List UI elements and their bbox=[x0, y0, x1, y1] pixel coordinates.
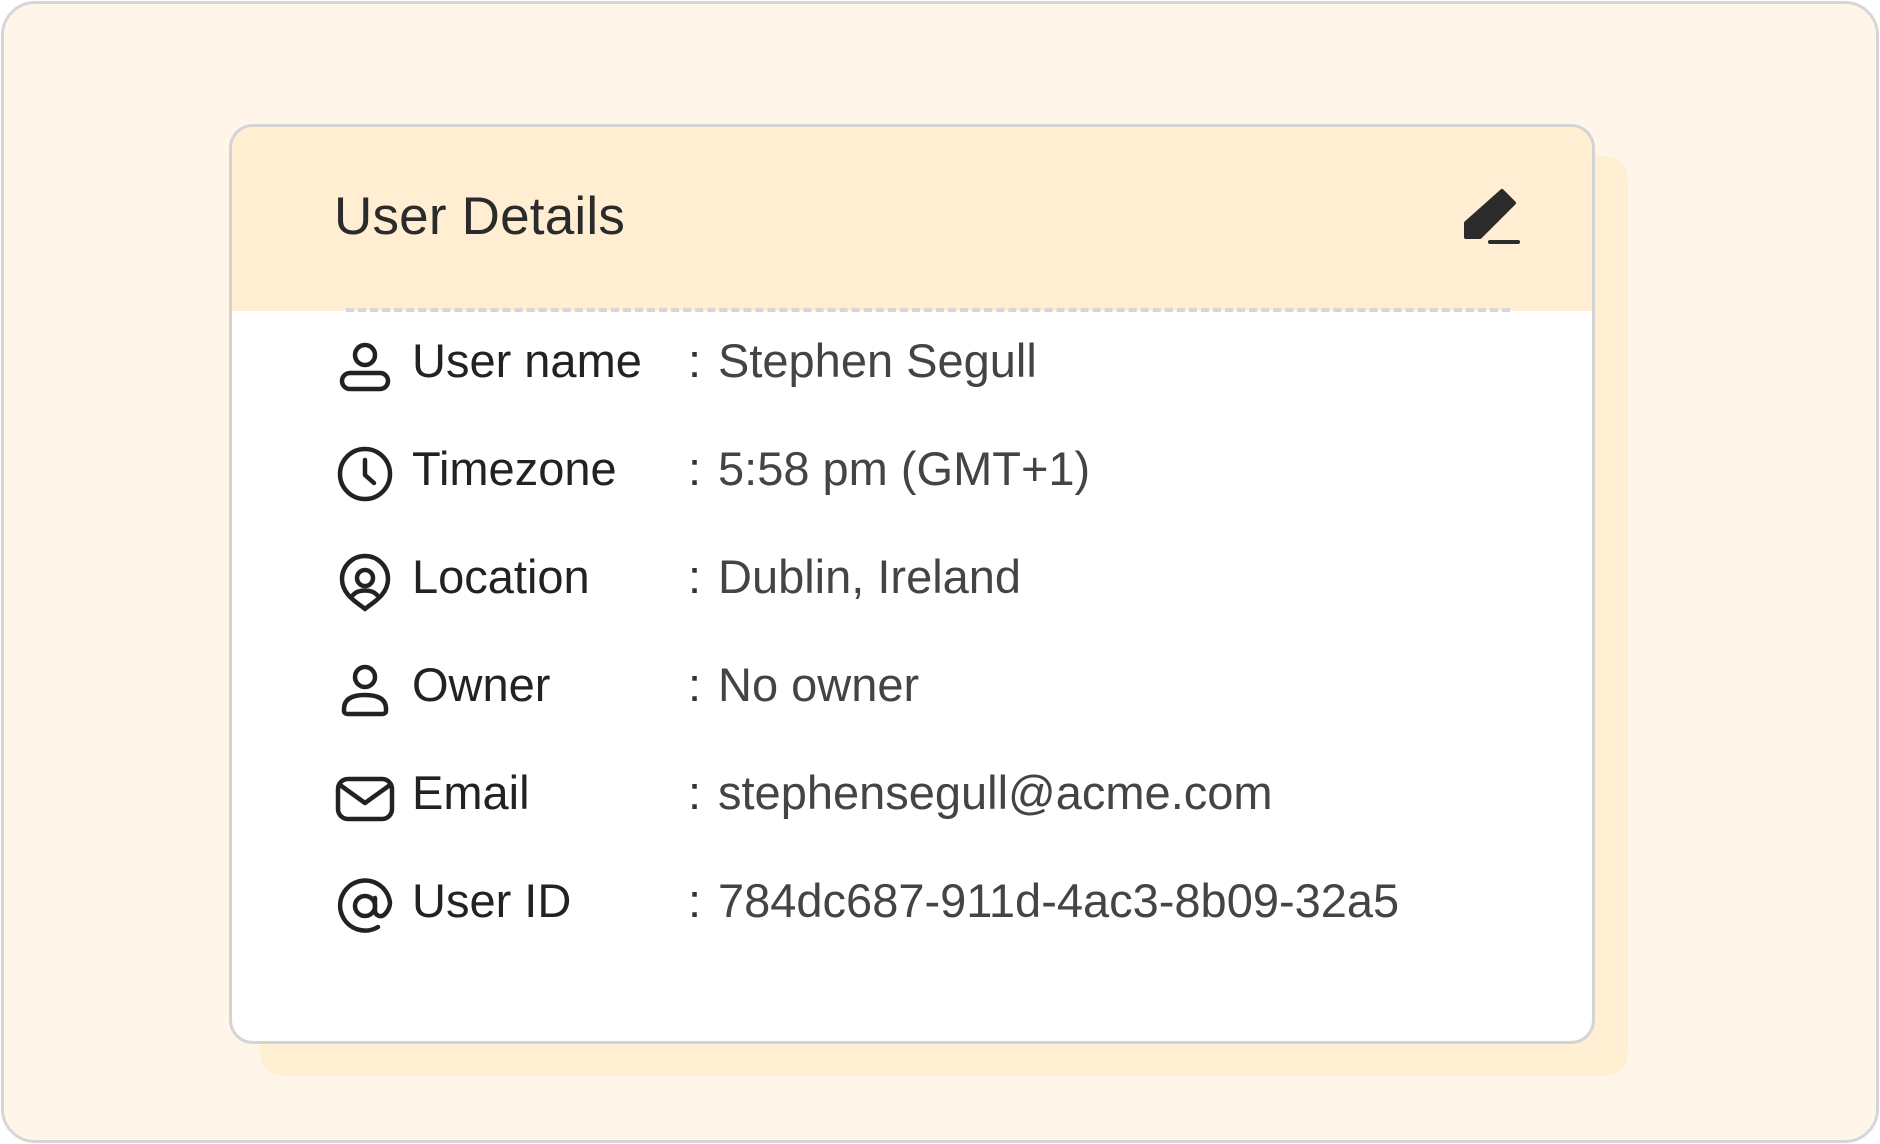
detail-row-user-name: User name : Stephen Segull bbox=[334, 311, 1534, 419]
location-pin-icon bbox=[334, 551, 396, 613]
detail-label: User ID bbox=[412, 874, 572, 927]
at-sign-icon bbox=[334, 875, 396, 937]
detail-value: Stephen Segull bbox=[718, 334, 1037, 387]
detail-value: 784dc687-911d-4ac3-8b09-32a5 bbox=[718, 874, 1400, 927]
envelope-icon bbox=[334, 767, 396, 829]
detail-value: stephensegull@acme.com bbox=[718, 766, 1273, 819]
card-header: User Details bbox=[232, 127, 1592, 311]
user-icon bbox=[334, 659, 396, 721]
detail-separator: : bbox=[688, 334, 702, 387]
detail-label: Owner bbox=[412, 658, 551, 711]
detail-label: Email bbox=[412, 766, 530, 819]
detail-separator: : bbox=[688, 442, 702, 495]
clock-icon bbox=[334, 443, 396, 505]
pencil-icon bbox=[1456, 185, 1522, 251]
detail-value: No owner bbox=[718, 658, 920, 711]
detail-label: Location bbox=[412, 550, 590, 603]
edit-button[interactable] bbox=[1456, 185, 1522, 251]
detail-row-location: Location : Dublin, Ireland bbox=[334, 527, 1534, 635]
detail-row-timezone: Timezone : 5:58 pm (GMT+1) bbox=[334, 419, 1534, 527]
detail-separator: : bbox=[688, 550, 702, 603]
detail-separator: : bbox=[688, 766, 702, 819]
detail-separator: : bbox=[688, 658, 702, 711]
detail-value: Dublin, Ireland bbox=[718, 550, 1022, 603]
user-icon bbox=[334, 335, 396, 397]
detail-separator: : bbox=[688, 874, 702, 927]
card-title: User Details bbox=[334, 187, 626, 246]
detail-value: 5:58 pm (GMT+1) bbox=[718, 442, 1091, 495]
detail-label: User name bbox=[412, 334, 642, 387]
detail-row-email: Email : stephensegull@acme.com bbox=[334, 743, 1534, 851]
detail-row-user-id: User ID : 784dc687-911d-4ac3-8b09-32a5 bbox=[334, 851, 1534, 959]
detail-label: Timezone bbox=[412, 442, 617, 495]
detail-row-owner: Owner : No owner bbox=[334, 635, 1534, 743]
user-details-card: User Details User name : Stephen Segull … bbox=[229, 124, 1595, 1044]
